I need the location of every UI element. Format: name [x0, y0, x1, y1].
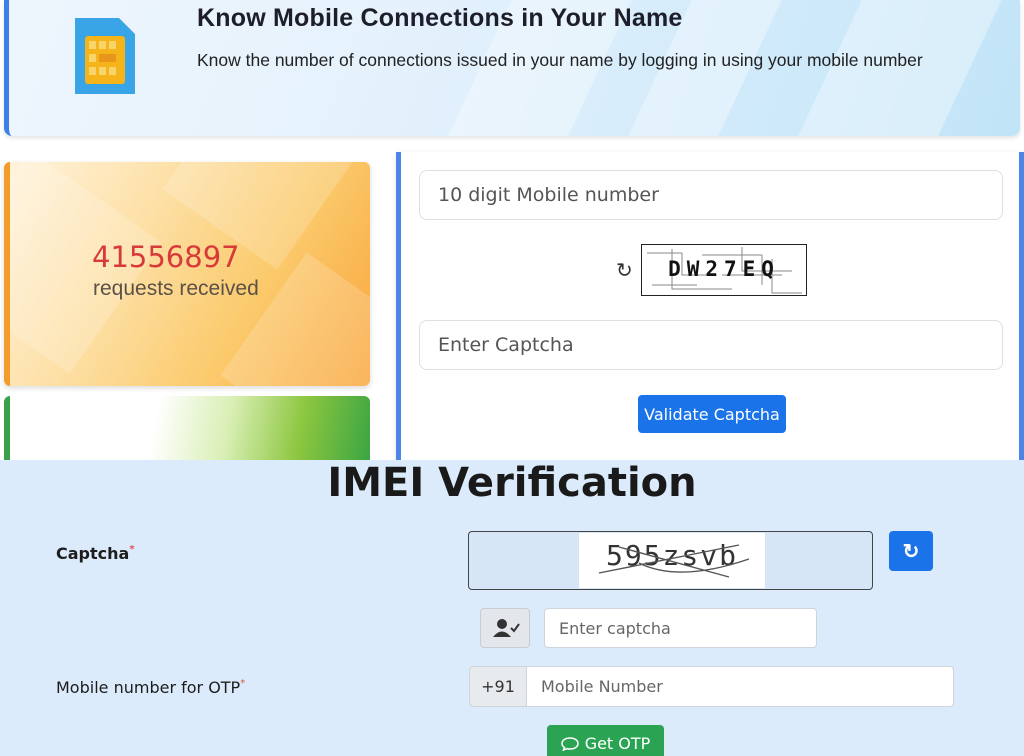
imei-captcha-image: 595zsvb — [579, 533, 765, 588]
captcha-label: Captcha* — [56, 544, 135, 563]
banner-description: Know the number of connections issued in… — [197, 50, 923, 70]
captcha-code: DW27EQ — [668, 257, 780, 281]
card-decoration — [220, 252, 370, 386]
required-mark: * — [129, 544, 135, 555]
mobile-otp-label: Mobile number for OTP* — [56, 678, 245, 697]
validate-captcha-button[interactable]: Validate Captcha — [638, 395, 786, 433]
otp-mobile-input[interactable] — [526, 666, 954, 707]
requests-card: 41556897 requests received — [4, 162, 370, 386]
login-form: ↻ DW27EQ Validate Captcha — [396, 152, 1024, 462]
captcha-label-text: Captcha — [56, 544, 130, 563]
chat-bubble-icon — [560, 736, 579, 751]
sim-card-icon — [75, 18, 135, 94]
captcha-image: DW27EQ — [641, 244, 807, 296]
requests-label: requests received — [93, 277, 259, 300]
get-otp-button[interactable]: Get OTP — [547, 725, 664, 756]
refresh-icon: ↻ — [902, 540, 920, 563]
required-mark: * — [240, 678, 246, 689]
refresh-icon[interactable]: ↻ — [616, 258, 633, 283]
imei-captcha-input[interactable] — [544, 608, 817, 648]
user-check-icon-box — [480, 608, 530, 648]
requests-count: 41556897 — [92, 240, 240, 274]
user-check-icon — [493, 619, 520, 637]
refresh-captcha-button[interactable]: ↻ — [889, 531, 933, 571]
imei-captcha-noise — [598, 544, 750, 578]
banner-title: Know Mobile Connections in Your Name — [197, 4, 683, 32]
captcha-input[interactable] — [419, 320, 1003, 370]
country-code-prefix: +91 — [469, 666, 527, 707]
mobile-number-input[interactable] — [419, 170, 1003, 220]
imei-captcha-frame: 595zsvb — [468, 531, 873, 590]
imei-title: IMEI Verification — [327, 460, 697, 506]
get-otp-label: Get OTP — [584, 733, 651, 753]
banner: Know Mobile Connections in Your Name Kno… — [4, 0, 1020, 136]
mobile-otp-label-text: Mobile number for OTP — [56, 678, 241, 697]
imei-section: IMEI Verification Captcha* 595zsvb ↻ Mob… — [0, 460, 1024, 756]
green-card — [4, 396, 370, 466]
